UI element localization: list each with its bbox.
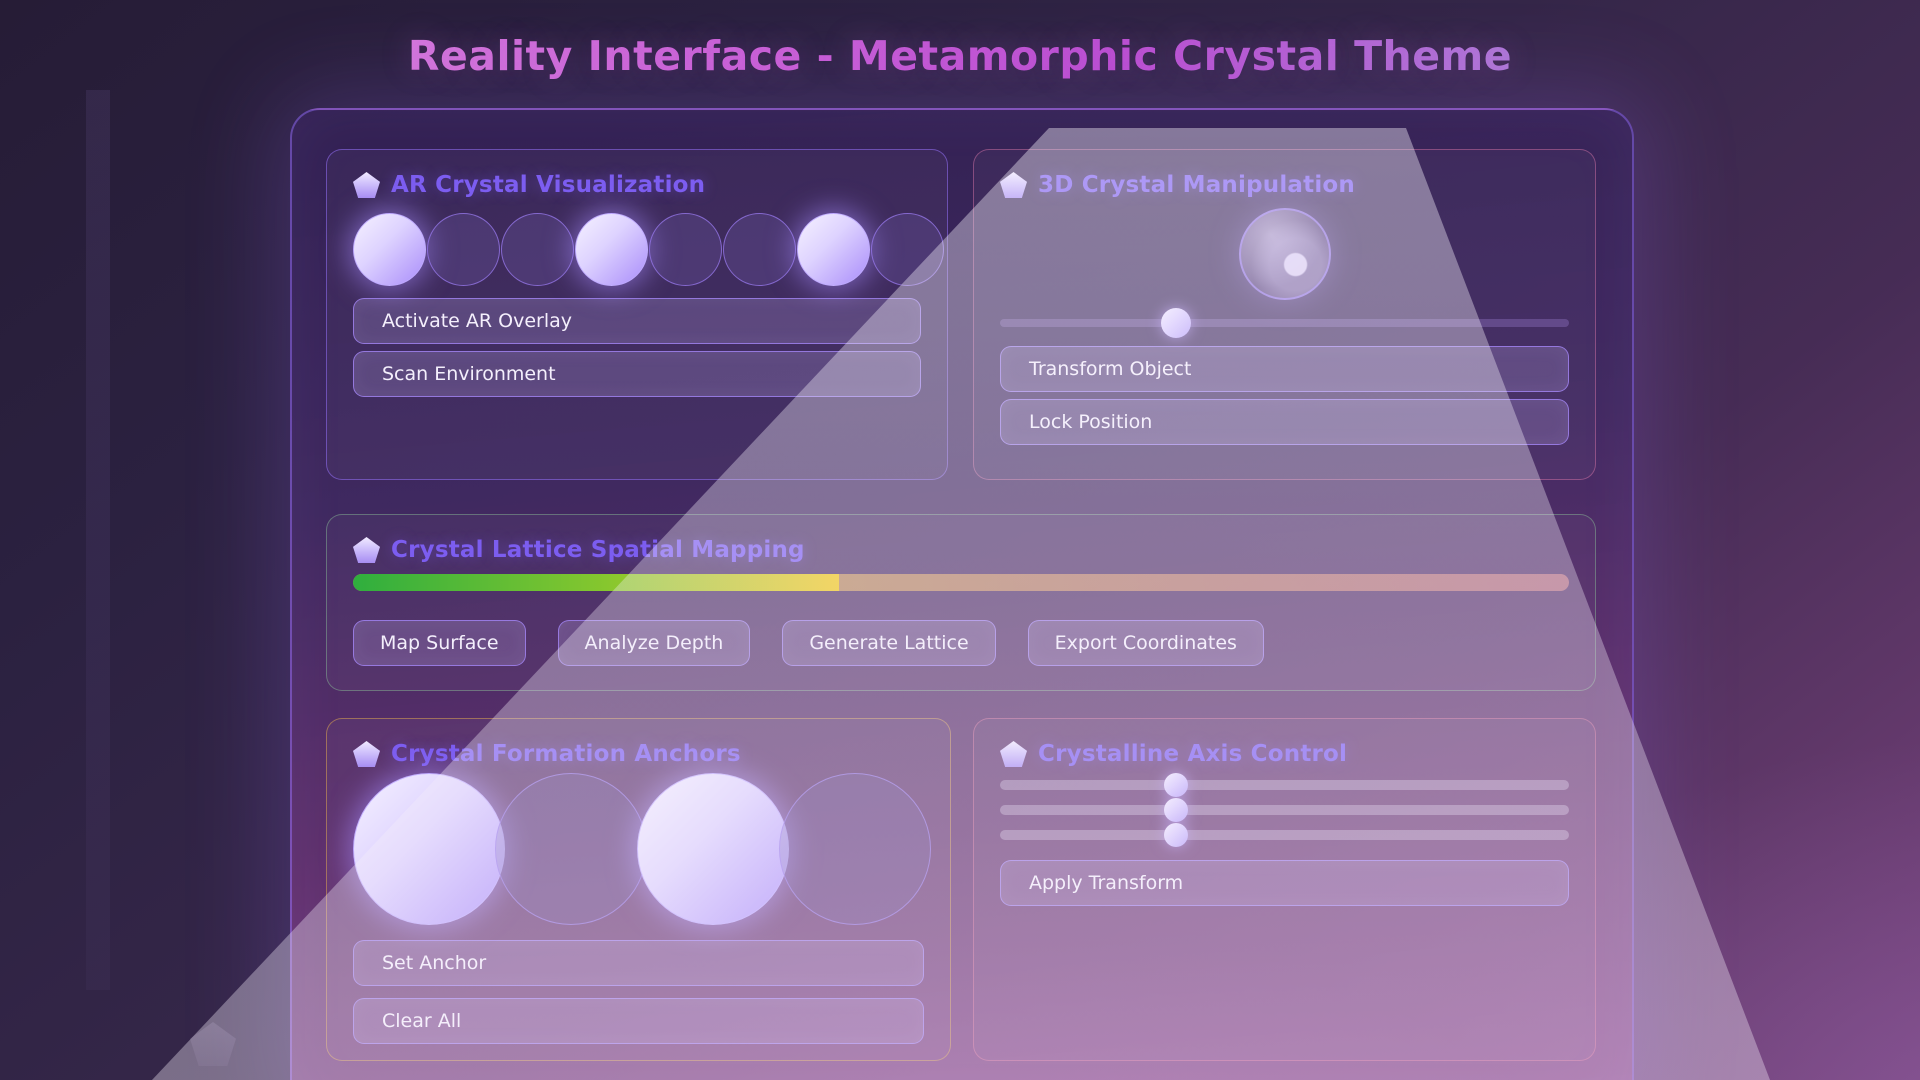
crystal-slot (575, 213, 648, 286)
panel-3d-crystal-manipulation: 3D Crystal Manipulation Transform Object… (973, 149, 1596, 480)
crystal-slot (723, 213, 796, 286)
set-anchor-button[interactable]: Set Anchor (353, 940, 924, 986)
map-surface-button[interactable]: Map Surface (353, 620, 526, 666)
panel-ar-crystal-visualization: AR Crystal Visualization Activate AR Ove… (326, 149, 948, 480)
manipulation-slider-track[interactable] (1000, 319, 1569, 327)
panel-title: Crystalline Axis Control (1038, 741, 1347, 767)
panel-title: Crystal Lattice Spatial Mapping (391, 537, 805, 563)
apply-transform-button[interactable]: Apply Transform (1000, 860, 1569, 906)
analyze-depth-button[interactable]: Analyze Depth (558, 620, 751, 666)
axis-x-slider-track[interactable] (1000, 780, 1569, 790)
panel-title: 3D Crystal Manipulation (1038, 172, 1355, 198)
crystal-slot (501, 213, 574, 286)
crystal-slot (871, 213, 944, 286)
page-title: Reality Interface - Metamorphic Crystal … (0, 32, 1920, 80)
progress-fill (353, 574, 839, 591)
lock-position-button[interactable]: Lock Position (1000, 399, 1569, 445)
spatial-mapping-progress-bar (353, 574, 1569, 591)
panel-header: Crystalline Axis Control (1000, 739, 1569, 769)
pentagon-icon (353, 741, 380, 767)
left-glow-strip (86, 90, 110, 990)
pentagon-icon (1000, 741, 1027, 767)
pentagon-icon (353, 172, 380, 198)
crystal-slot (427, 213, 500, 286)
pentagon-icon (353, 537, 380, 563)
anchor-slot (353, 773, 505, 925)
crystal-slot (649, 213, 722, 286)
crystal-slot (797, 213, 870, 286)
lattice-button-row: Map Surface Analyze Depth Generate Latti… (353, 620, 1569, 666)
generate-lattice-button[interactable]: Generate Lattice (782, 620, 995, 666)
anchor-slot (637, 773, 789, 925)
export-coordinates-button[interactable]: Export Coordinates (1028, 620, 1264, 666)
crystal-slot (353, 213, 426, 286)
activate-ar-overlay-button[interactable]: Activate AR Overlay (353, 298, 921, 344)
panel-crystal-lattice-spatial-mapping: Crystal Lattice Spatial Mapping Map Surf… (326, 514, 1596, 691)
panel-crystal-formation-anchors: Crystal Formation Anchors Set Anchor Cle… (326, 718, 951, 1061)
panel-header: AR Crystal Visualization (353, 170, 921, 200)
anchor-slot (495, 773, 647, 925)
axis-y-slider-track[interactable] (1000, 805, 1569, 815)
reality-interface-screen: Reality Interface - Metamorphic Crystal … (0, 0, 1920, 1080)
axis-x-slider-thumb[interactable] (1164, 773, 1188, 797)
panel-header: Crystal Formation Anchors (353, 739, 924, 769)
pentagon-icon (190, 1022, 236, 1066)
anchor-slot-row (353, 773, 924, 925)
panel-title: AR Crystal Visualization (391, 172, 705, 198)
manipulation-slider-thumb[interactable] (1161, 308, 1191, 338)
pentagon-icon (1000, 172, 1027, 198)
axis-z-slider-track[interactable] (1000, 830, 1569, 840)
panel-title: Crystal Formation Anchors (391, 741, 741, 767)
crystal-slot-row (353, 213, 921, 286)
panel-header: Crystal Lattice Spatial Mapping (353, 535, 1569, 565)
axis-y-slider-thumb[interactable] (1164, 798, 1188, 822)
axis-z-slider-thumb[interactable] (1164, 823, 1188, 847)
panel-header: 3D Crystal Manipulation (1000, 170, 1569, 200)
transform-object-button[interactable]: Transform Object (1000, 346, 1569, 392)
anchor-slot (779, 773, 931, 925)
crystal-sphere-handle[interactable] (1239, 208, 1331, 300)
scan-environment-button[interactable]: Scan Environment (353, 351, 921, 397)
main-container: AR Crystal Visualization Activate AR Ove… (290, 108, 1634, 1080)
clear-all-button[interactable]: Clear All (353, 998, 924, 1044)
panel-crystalline-axis-control: Crystalline Axis Control Apply Transform (973, 718, 1596, 1061)
